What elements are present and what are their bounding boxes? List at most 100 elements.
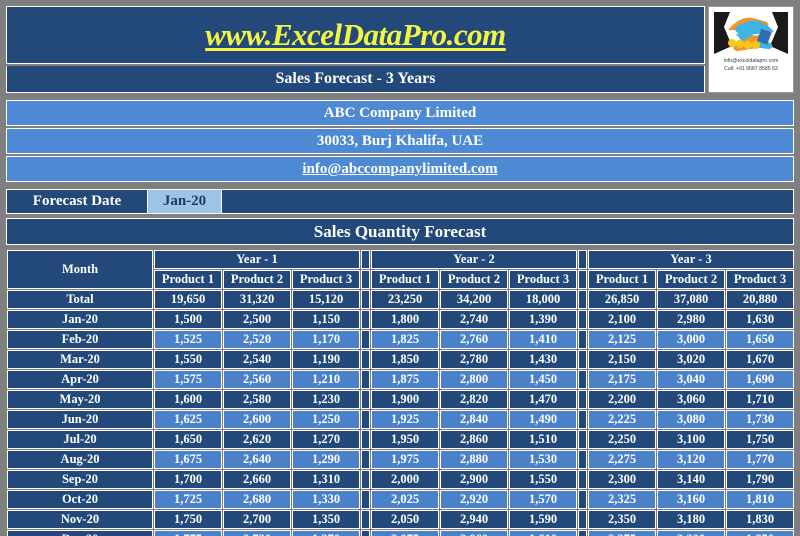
cell-year1-p3[interactable]: 1,230 bbox=[292, 390, 360, 409]
cell-year3-p2[interactable]: 3,120 bbox=[657, 450, 725, 469]
cell-year1-p1[interactable]: 1,575 bbox=[154, 370, 222, 389]
cell-year1-p1[interactable]: 1,625 bbox=[154, 410, 222, 429]
cell-year1-p3[interactable]: 1,170 bbox=[292, 330, 360, 349]
cell-year3-p1[interactable]: 2,150 bbox=[588, 350, 656, 369]
cell-year3-p3[interactable]: 1,650 bbox=[726, 330, 794, 349]
cell-year1-p1[interactable]: 1,550 bbox=[154, 350, 222, 369]
cell-year1-p2[interactable]: 2,520 bbox=[223, 330, 291, 349]
cell-year1-p2[interactable]: 2,700 bbox=[223, 510, 291, 529]
cell-year2-p1[interactable]: 1,925 bbox=[371, 410, 439, 429]
cell-year2-p2[interactable]: 2,860 bbox=[440, 430, 508, 449]
cell-year3-p3[interactable]: 1,810 bbox=[726, 490, 794, 509]
cell-year1-p2[interactable]: 2,500 bbox=[223, 310, 291, 329]
cell-year3-p1[interactable]: 2,350 bbox=[588, 510, 656, 529]
cell-year3-p2[interactable]: 3,100 bbox=[657, 430, 725, 449]
cell-year2-p2[interactable]: 2,760 bbox=[440, 330, 508, 349]
cell-year3-p2[interactable]: 3,180 bbox=[657, 510, 725, 529]
cell-year3-p1[interactable]: 2,125 bbox=[588, 330, 656, 349]
cell-year3-p2[interactable]: 3,160 bbox=[657, 490, 725, 509]
cell-year2-p1[interactable]: 1,875 bbox=[371, 370, 439, 389]
cell-year2-p2[interactable]: 2,820 bbox=[440, 390, 508, 409]
company-email[interactable]: info@abccompanylimited.com bbox=[302, 161, 497, 178]
cell-year2-p1[interactable]: 1,975 bbox=[371, 450, 439, 469]
cell-year3-p1[interactable]: 2,375 bbox=[588, 530, 656, 536]
cell-year3-p3[interactable]: 1,750 bbox=[726, 430, 794, 449]
cell-year1-p2[interactable]: 2,560 bbox=[223, 370, 291, 389]
cell-year1-p2[interactable]: 2,660 bbox=[223, 470, 291, 489]
cell-year2-p2[interactable]: 2,960 bbox=[440, 530, 508, 536]
cell-year2-p3[interactable]: 1,550 bbox=[509, 470, 577, 489]
cell-year3-p3[interactable]: 1,730 bbox=[726, 410, 794, 429]
cell-year2-p3[interactable]: 1,530 bbox=[509, 450, 577, 469]
cell-year1-p3[interactable]: 1,370 bbox=[292, 530, 360, 536]
cell-year3-p1[interactable]: 2,225 bbox=[588, 410, 656, 429]
cell-year2-p2[interactable]: 2,800 bbox=[440, 370, 508, 389]
cell-year1-p3[interactable]: 1,250 bbox=[292, 410, 360, 429]
cell-year1-p2[interactable]: 2,640 bbox=[223, 450, 291, 469]
cell-year1-p1[interactable]: 1,700 bbox=[154, 470, 222, 489]
cell-year2-p2[interactable]: 2,740 bbox=[440, 310, 508, 329]
cell-year3-p2[interactable]: 3,020 bbox=[657, 350, 725, 369]
cell-year1-p2[interactable]: 2,540 bbox=[223, 350, 291, 369]
cell-year3-p2[interactable]: 3,200 bbox=[657, 530, 725, 536]
cell-year2-p2[interactable]: 2,840 bbox=[440, 410, 508, 429]
cell-year3-p2[interactable]: 3,080 bbox=[657, 410, 725, 429]
cell-year2-p1[interactable]: 1,950 bbox=[371, 430, 439, 449]
cell-year2-p1[interactable]: 2,050 bbox=[371, 510, 439, 529]
cell-year3-p3[interactable]: 1,630 bbox=[726, 310, 794, 329]
cell-year1-p3[interactable]: 1,150 bbox=[292, 310, 360, 329]
cell-year2-p2[interactable]: 2,900 bbox=[440, 470, 508, 489]
forecast-date-input[interactable]: Jan-20 bbox=[148, 189, 222, 214]
cell-year1-p1[interactable]: 1,775 bbox=[154, 530, 222, 536]
cell-year1-p1[interactable]: 1,675 bbox=[154, 450, 222, 469]
cell-year1-p1[interactable]: 1,600 bbox=[154, 390, 222, 409]
cell-year2-p2[interactable]: 2,780 bbox=[440, 350, 508, 369]
cell-year1-p3[interactable]: 1,210 bbox=[292, 370, 360, 389]
cell-year3-p3[interactable]: 1,710 bbox=[726, 390, 794, 409]
cell-year3-p1[interactable]: 2,300 bbox=[588, 470, 656, 489]
cell-year1-p3[interactable]: 1,350 bbox=[292, 510, 360, 529]
cell-year2-p3[interactable]: 1,490 bbox=[509, 410, 577, 429]
cell-year2-p3[interactable]: 1,430 bbox=[509, 350, 577, 369]
cell-year2-p3[interactable]: 1,610 bbox=[509, 530, 577, 536]
cell-year1-p1[interactable]: 1,725 bbox=[154, 490, 222, 509]
cell-year3-p3[interactable]: 1,690 bbox=[726, 370, 794, 389]
cell-year2-p1[interactable]: 1,825 bbox=[371, 330, 439, 349]
cell-year3-p3[interactable]: 1,850 bbox=[726, 530, 794, 536]
cell-year1-p1[interactable]: 1,525 bbox=[154, 330, 222, 349]
cell-year3-p3[interactable]: 1,770 bbox=[726, 450, 794, 469]
cell-year3-p3[interactable]: 1,830 bbox=[726, 510, 794, 529]
cell-year3-p2[interactable]: 3,140 bbox=[657, 470, 725, 489]
cell-year3-p1[interactable]: 2,175 bbox=[588, 370, 656, 389]
cell-year2-p2[interactable]: 2,920 bbox=[440, 490, 508, 509]
cell-year2-p3[interactable]: 1,410 bbox=[509, 330, 577, 349]
cell-year3-p2[interactable]: 2,980 bbox=[657, 310, 725, 329]
cell-year3-p2[interactable]: 3,060 bbox=[657, 390, 725, 409]
cell-year3-p2[interactable]: 3,040 bbox=[657, 370, 725, 389]
cell-year3-p1[interactable]: 2,250 bbox=[588, 430, 656, 449]
cell-year1-p3[interactable]: 1,290 bbox=[292, 450, 360, 469]
cell-year1-p1[interactable]: 1,500 bbox=[154, 310, 222, 329]
cell-year1-p2[interactable]: 2,580 bbox=[223, 390, 291, 409]
cell-year1-p2[interactable]: 2,680 bbox=[223, 490, 291, 509]
cell-year3-p1[interactable]: 2,325 bbox=[588, 490, 656, 509]
cell-year1-p3[interactable]: 1,330 bbox=[292, 490, 360, 509]
cell-year3-p3[interactable]: 1,670 bbox=[726, 350, 794, 369]
cell-year2-p3[interactable]: 1,470 bbox=[509, 390, 577, 409]
cell-year2-p1[interactable]: 2,075 bbox=[371, 530, 439, 536]
cell-year1-p2[interactable]: 2,620 bbox=[223, 430, 291, 449]
cell-year1-p2[interactable]: 2,600 bbox=[223, 410, 291, 429]
brand-link[interactable]: www.ExcelDataPro.com bbox=[205, 17, 506, 53]
cell-year1-p3[interactable]: 1,270 bbox=[292, 430, 360, 449]
cell-year3-p2[interactable]: 3,000 bbox=[657, 330, 725, 349]
cell-year1-p3[interactable]: 1,310 bbox=[292, 470, 360, 489]
cell-year3-p3[interactable]: 1,790 bbox=[726, 470, 794, 489]
cell-year2-p3[interactable]: 1,510 bbox=[509, 430, 577, 449]
cell-year3-p1[interactable]: 2,275 bbox=[588, 450, 656, 469]
cell-year1-p1[interactable]: 1,750 bbox=[154, 510, 222, 529]
cell-year3-p1[interactable]: 2,100 bbox=[588, 310, 656, 329]
cell-year2-p3[interactable]: 1,570 bbox=[509, 490, 577, 509]
cell-year1-p3[interactable]: 1,190 bbox=[292, 350, 360, 369]
cell-year2-p3[interactable]: 1,590 bbox=[509, 510, 577, 529]
cell-year2-p1[interactable]: 2,000 bbox=[371, 470, 439, 489]
